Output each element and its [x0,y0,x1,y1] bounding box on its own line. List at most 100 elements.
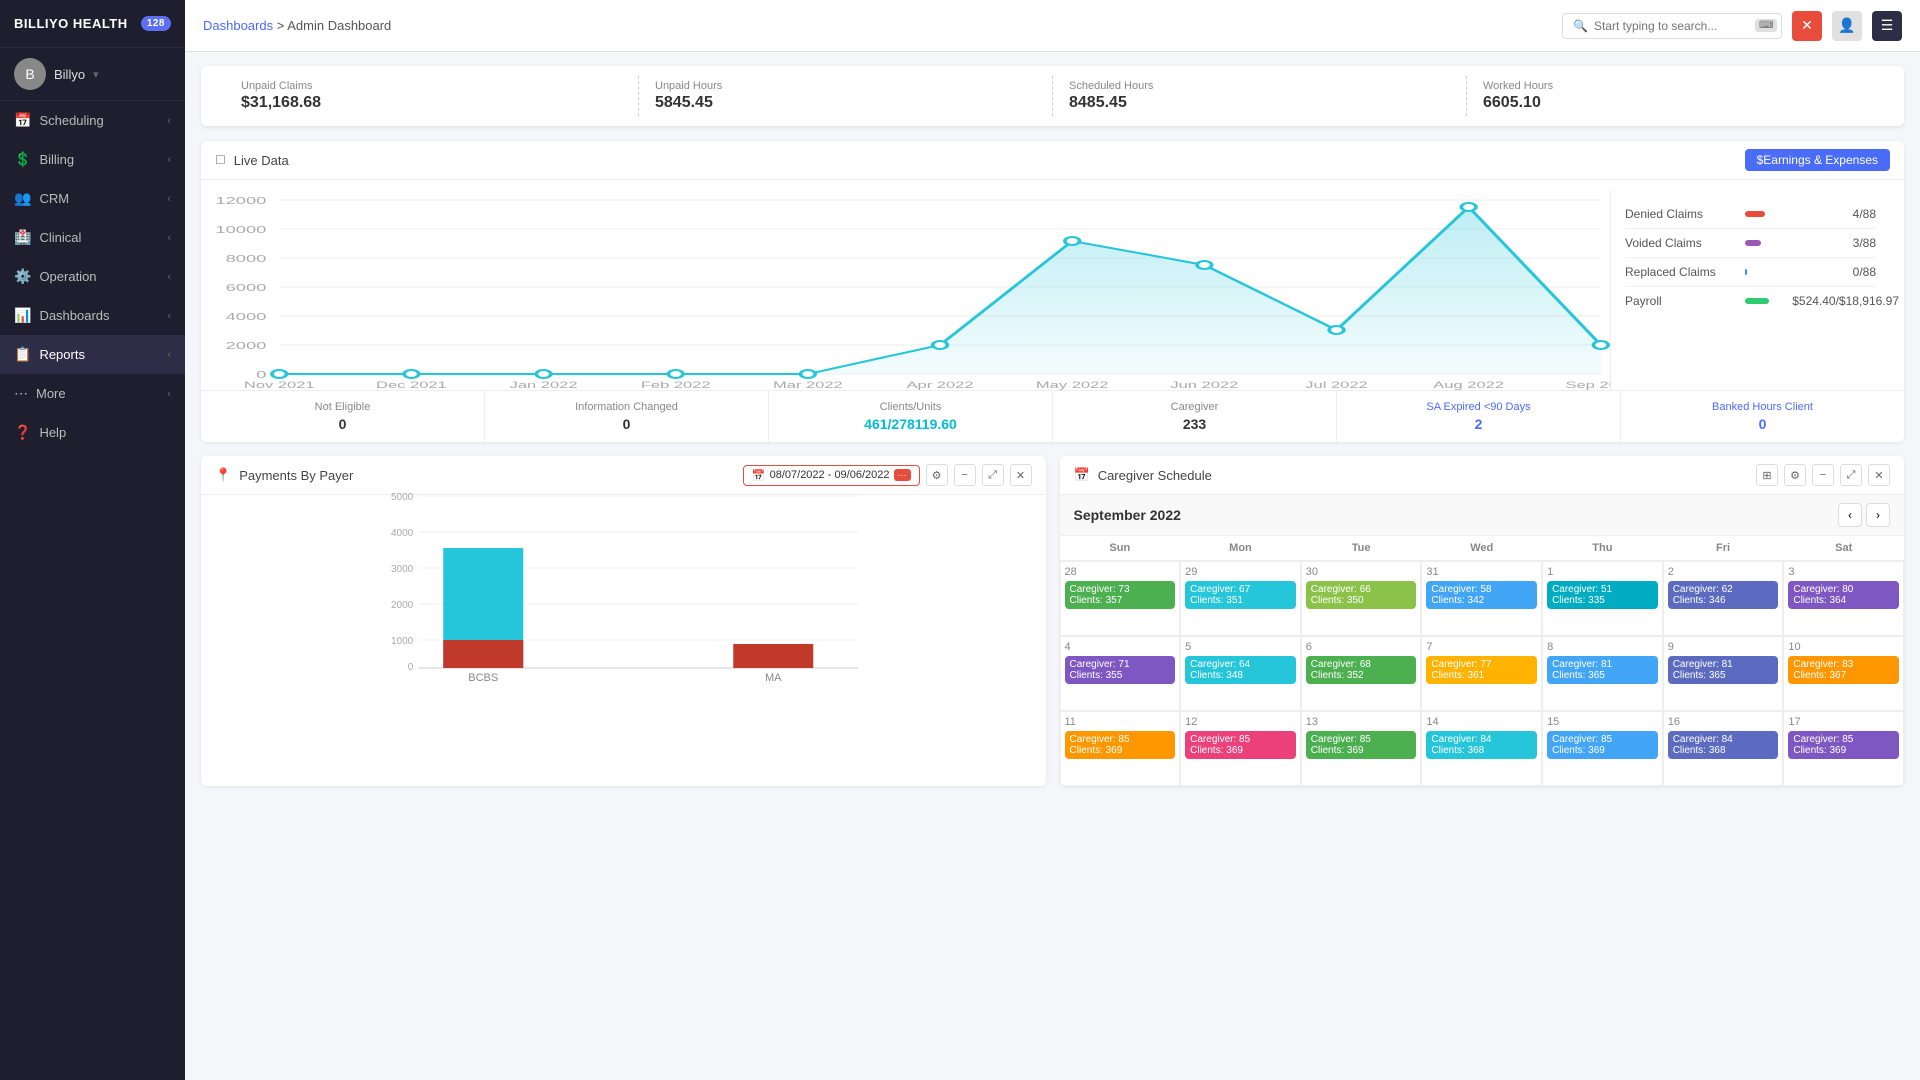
cal-next-button[interactable]: › [1866,503,1890,527]
cal-event[interactable]: Caregiver: 83Clients: 367 [1788,656,1899,684]
sidebar-item-crm[interactable]: 👥 CRM ‹ [0,179,185,218]
caregiver-expand-button[interactable]: ⤢ [1840,464,1862,486]
search-input[interactable] [1594,19,1749,33]
cal-event[interactable]: Caregiver: 58Clients: 342 [1426,581,1537,609]
cal-event[interactable]: Caregiver: 68Clients: 352 [1306,656,1417,684]
stat-caregiver: Caregiver 233 [1053,391,1337,442]
cal-event[interactable]: Caregiver: 73Clients: 357 [1065,581,1176,609]
cal-event[interactable]: Caregiver: 85Clients: 369 [1547,731,1658,759]
sidebar-item-reports[interactable]: 📋 Reports ‹ [0,335,185,374]
nav-arrow-clinical: ‹ [167,232,171,244]
cal-event[interactable]: Caregiver: 66Clients: 350 [1306,581,1417,609]
cal-cell-6: 6Caregiver: 68Clients: 352 [1301,636,1422,711]
stat-not-eligible: Not Eligible 0 [201,391,485,442]
sidebar-item-more[interactable]: ⋯ More ‹ [0,374,185,413]
breadcrumb-separator: > [277,18,288,33]
nav-item-left-billing: 💲 Billing [14,151,74,168]
sidebar-item-operation[interactable]: ⚙️ Operation ‹ [0,257,185,296]
payments-settings-button[interactable]: ⚙ [926,464,948,486]
search-box[interactable]: 🔍 ⌨ [1562,13,1782,39]
payments-minimize-button[interactable]: − [954,464,976,486]
stat-caregiver-value: 233 [1067,416,1322,432]
stat-scheduled-hours-value: 8485.45 [1069,94,1450,112]
payments-chart-area: 5000 4000 3000 2000 1000 0 [201,495,1046,695]
sidebar-item-billing[interactable]: 💲 Billing ‹ [0,140,185,179]
sidebar-item-label-clinical: Clinical [39,230,81,245]
caregiver-minimize-button[interactable]: − [1812,464,1834,486]
caregiver-grid-view-button[interactable]: ⊞ [1756,464,1778,486]
cal-event[interactable]: Caregiver: 81Clients: 365 [1547,656,1658,684]
date-range-picker[interactable]: 📅 08/07/2022 - 09/06/2022 ··· [743,465,920,486]
cal-days-of-week: Sun Mon Tue Wed Thu Fri Sat [1060,536,1905,561]
cal-event[interactable]: Caregiver: 77Clients: 361 [1426,656,1537,684]
cal-cell-10: 10Caregiver: 83Clients: 367 [1783,636,1904,711]
nav-item-left-help: ❓ Help [14,424,66,441]
stat-banked-hours: Banked Hours Client 0 [1621,391,1904,442]
svg-text:6000: 6000 [226,283,267,294]
sidebar-item-dashboards[interactable]: 📊 Dashboards ‹ [0,296,185,335]
stat-scheduled-hours: Scheduled Hours 8485.45 [1053,76,1467,116]
caregiver-close-button[interactable]: ✕ [1868,464,1890,486]
cal-cell-14: 14Caregiver: 84Clients: 368 [1421,711,1542,786]
sidebar-item-label-operation: Operation [39,269,96,284]
stat-sa-expired-value: 2 [1351,416,1606,432]
stats-row: Unpaid Claims $31,168.68 Unpaid Hours 58… [201,66,1904,127]
payments-expand-button[interactable]: ⤢ [982,464,1004,486]
svg-text:Jan 2022: Jan 2022 [510,380,578,390]
sidebar-item-scheduling[interactable]: 📅 Scheduling ‹ [0,101,185,140]
cal-event[interactable]: Caregiver: 84Clients: 368 [1668,731,1779,759]
cal-cell-2: 2Caregiver: 62Clients: 346 [1663,561,1784,636]
stat-clients-units-label: Clients/Units [783,401,1038,413]
cal-event[interactable]: Caregiver: 62Clients: 346 [1668,581,1779,609]
sidebar-item-help[interactable]: ❓ Help [0,413,185,452]
payroll-label: Payroll [1625,294,1735,308]
bcbs-dark-bar [443,640,523,668]
dashboards-icon: 📊 [14,307,31,324]
breadcrumb-current: Admin Dashboard [287,18,391,33]
scheduling-icon: 📅 [14,112,31,129]
user-profile-button[interactable]: 👤 [1832,11,1862,41]
cal-event[interactable]: Caregiver: 71Clients: 355 [1065,656,1176,684]
line-chart: 12000 10000 8000 6000 4000 2000 0 [215,190,1610,390]
breadcrumb-home[interactable]: Dashboards [203,18,273,33]
payments-close-button[interactable]: ✕ [1010,464,1032,486]
tab-earnings-expenses[interactable]: $Earnings & Expenses [1745,149,1890,171]
line-chart-svg: 12000 10000 8000 6000 4000 2000 0 [215,190,1610,390]
cal-cell-4: 4Caregiver: 71Clients: 355 [1060,636,1181,711]
payroll-bar [1745,298,1769,304]
cal-event[interactable]: Caregiver: 64Clients: 348 [1185,656,1296,684]
cal-cell-16: 16Caregiver: 84Clients: 368 [1663,711,1784,786]
svg-text:4000: 4000 [226,312,267,323]
cal-event[interactable]: Caregiver: 80Clients: 364 [1788,581,1899,609]
live-data-card: ☐ Live Data $Earnings & Expenses 12000 1… [201,141,1904,442]
cal-cell-28: 28Caregiver: 73Clients: 357 [1060,561,1181,636]
cal-event[interactable]: Caregiver: 51Clients: 335 [1547,581,1658,609]
nav-item-left-clinical: 🏥 Clinical [14,229,81,246]
cal-event[interactable]: Caregiver: 85Clients: 369 [1788,731,1899,759]
cal-event[interactable]: Caregiver: 67Clients: 351 [1185,581,1296,609]
cal-event[interactable]: Caregiver: 84Clients: 368 [1426,731,1537,759]
sidebar-item-label-billing: Billing [39,152,74,167]
cal-event[interactable]: Caregiver: 85Clients: 369 [1306,731,1417,759]
svg-text:2000: 2000 [226,341,267,352]
svg-text:4000: 4000 [391,528,414,539]
notification-badge[interactable]: 128 [141,16,171,31]
close-button[interactable]: ✕ [1792,11,1822,41]
cal-prev-button[interactable]: ‹ [1838,503,1862,527]
payments-bar-chart-svg: 5000 4000 3000 2000 1000 0 [215,485,1032,685]
cal-event[interactable]: Caregiver: 81Clients: 365 [1668,656,1779,684]
calendar-icon2: 📅 [1074,467,1090,483]
caregiver-settings-button[interactable]: ⚙ [1784,464,1806,486]
menu-button[interactable]: ☰ [1872,11,1902,41]
cal-event[interactable]: Caregiver: 85Clients: 369 [1065,731,1176,759]
user-name: Billyо [54,67,85,82]
sidebar-item-clinical[interactable]: 🏥 Clinical ‹ [0,218,185,257]
date-range-badge: ··· [894,469,911,481]
voided-claims-label: Voided Claims [1625,236,1735,250]
user-chevron-icon: ▾ [93,68,99,81]
dow-fri: Fri [1663,536,1784,561]
user-row[interactable]: B Billyо ▾ [0,48,185,101]
cal-cell-30: 30Caregiver: 66Clients: 350 [1301,561,1422,636]
cal-event[interactable]: Caregiver: 85Clients: 369 [1185,731,1296,759]
stat-clients-units-value: 461/278119.60 [783,416,1038,432]
